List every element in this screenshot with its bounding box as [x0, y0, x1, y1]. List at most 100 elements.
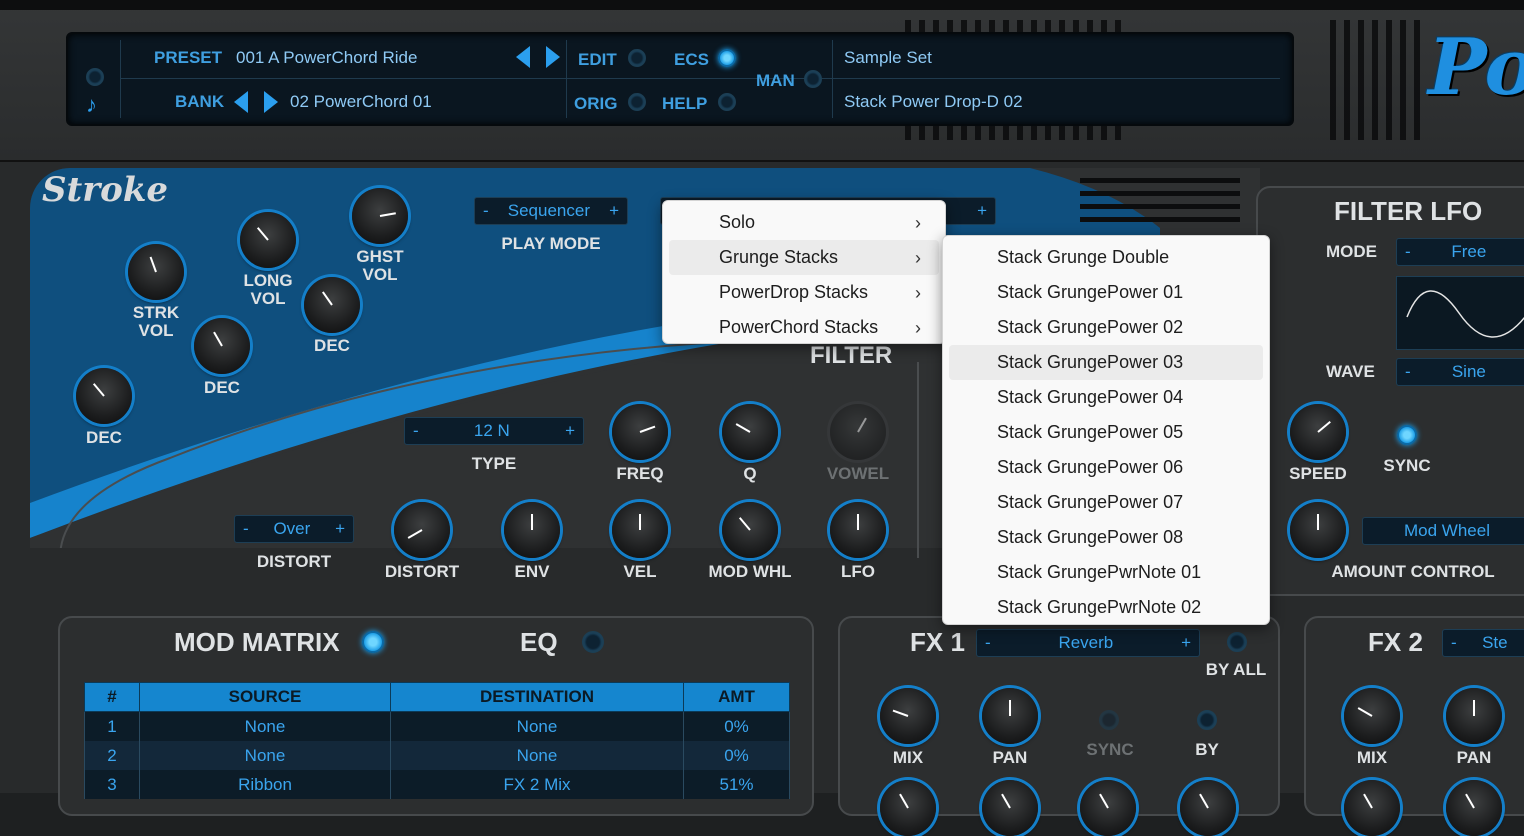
- plus-icon[interactable]: +: [1181, 633, 1191, 653]
- menu-item-label: Stack GrungePwrNote 02: [997, 597, 1202, 617]
- source-cell[interactable]: None: [139, 711, 391, 741]
- fx1-by-led[interactable]: [1197, 710, 1217, 730]
- submenu-item[interactable]: Stack GrungePower 05: [949, 415, 1263, 450]
- plus-icon[interactable]: +: [335, 519, 345, 539]
- bank-prev-icon[interactable]: [234, 91, 248, 113]
- amount-cell[interactable]: 51%: [683, 770, 790, 799]
- q-knob[interactable]: [722, 404, 778, 460]
- eq-led[interactable]: [582, 631, 604, 653]
- menu-item-solo[interactable]: Solo ›: [669, 205, 939, 240]
- preset-display: ♪ PRESET 001 A PowerChord Ride BANK 02 P…: [66, 32, 1294, 126]
- table-row[interactable]: 2 None None 0%: [84, 741, 790, 770]
- freq-knob[interactable]: [612, 404, 668, 460]
- mod-whl-knob[interactable]: [722, 502, 778, 558]
- distort-knob[interactable]: [394, 502, 450, 558]
- strk-vol-knob[interactable]: [128, 244, 184, 300]
- lfo-speed-knob[interactable]: [1290, 404, 1346, 460]
- plus-icon[interactable]: +: [565, 421, 575, 441]
- fx1-knob-row2[interactable]: [982, 780, 1038, 836]
- fx2-knob-row2[interactable]: [1446, 780, 1502, 836]
- submenu-item[interactable]: Stack Grunge Double: [949, 240, 1263, 275]
- plus-icon[interactable]: +: [977, 201, 987, 221]
- filter-lfo-title: FILTER LFO: [1334, 196, 1483, 226]
- submenu-item[interactable]: Stack GrungePwrNote 02: [949, 590, 1263, 625]
- fx2-mix-knob[interactable]: [1344, 688, 1400, 744]
- panel-grille: [1080, 178, 1240, 226]
- table-row[interactable]: 3 Ribbon FX 2 Mix 51%: [84, 770, 790, 799]
- destination-cell[interactable]: None: [390, 741, 684, 770]
- play-mode-select[interactable]: - Sequencer +: [474, 197, 628, 225]
- fx1-mix-knob[interactable]: [880, 688, 936, 744]
- chevron-right-icon: ›: [915, 213, 921, 233]
- submenu-item[interactable]: Stack GrungePower 08: [949, 520, 1263, 555]
- destination-cell[interactable]: FX 2 Mix: [390, 770, 684, 799]
- lfo-mode-select[interactable]: - Free +: [1396, 238, 1524, 266]
- fx1-type-select[interactable]: - Reverb +: [976, 629, 1200, 657]
- fx1-knob-row2[interactable]: [1080, 780, 1136, 836]
- amount-cell[interactable]: 0%: [683, 741, 790, 770]
- fx1-by-label: BY: [1195, 740, 1219, 759]
- filter-type-select[interactable]: - 12 N +: [404, 417, 584, 445]
- source-cell[interactable]: None: [139, 741, 391, 770]
- table-row[interactable]: 1 None None 0%: [84, 711, 790, 741]
- long-vol-label: LONG VOL: [243, 271, 293, 308]
- fx2-knob-row2[interactable]: [1344, 780, 1400, 836]
- lfo-sync-led[interactable]: [1397, 425, 1417, 445]
- fx2-pan-knob[interactable]: [1446, 688, 1502, 744]
- fx1-by-all-led[interactable]: [1227, 632, 1247, 652]
- sample-set-name[interactable]: Stack Power Drop-D 02: [844, 92, 1023, 112]
- edit-led[interactable]: [628, 49, 646, 67]
- preset-prev-icon[interactable]: [516, 46, 530, 68]
- lfo-wave-select[interactable]: - Sine +: [1396, 358, 1524, 386]
- env-knob[interactable]: [504, 502, 560, 558]
- fx2-mix-label: MIX: [1356, 748, 1388, 767]
- mod-matrix-led[interactable]: [362, 631, 384, 653]
- bank-name[interactable]: 02 PowerChord 01: [290, 92, 432, 112]
- amount-control-select[interactable]: Mod Wheel: [1362, 517, 1524, 545]
- power-led[interactable]: [86, 68, 104, 86]
- man-led[interactable]: [804, 70, 822, 88]
- submenu-item[interactable]: Stack GrungePwrNote 01: [949, 555, 1263, 590]
- help-label: HELP: [662, 94, 708, 113]
- destination-cell[interactable]: None: [390, 711, 684, 741]
- vowel-knob[interactable]: [830, 404, 886, 460]
- bank-next-icon[interactable]: [264, 91, 278, 113]
- ecs-led[interactable]: [718, 49, 736, 67]
- ecs-label: ECS: [674, 50, 709, 69]
- menu-item-grunge-stacks[interactable]: Grunge Stacks ›: [669, 240, 939, 275]
- dec-knob-3[interactable]: [304, 277, 360, 333]
- dec-knob-2[interactable]: [194, 318, 250, 374]
- dec-knob-1[interactable]: [76, 368, 132, 424]
- lfo-knob[interactable]: [830, 502, 886, 558]
- submenu-item[interactable]: Stack GrungePower 02: [949, 310, 1263, 345]
- menu-item-label: Grunge Stacks: [719, 247, 839, 267]
- submenu-item[interactable]: Stack GrungePower 03: [949, 345, 1263, 380]
- vel-knob[interactable]: [612, 502, 668, 558]
- menu-item-powerchord-stacks[interactable]: PowerChord Stacks ›: [669, 310, 939, 345]
- orig-led[interactable]: [628, 93, 646, 111]
- env-label: ENV: [514, 562, 550, 581]
- preset-name[interactable]: 001 A PowerChord Ride: [236, 48, 417, 68]
- submenu-item[interactable]: Stack GrungePower 04: [949, 380, 1263, 415]
- long-vol-knob[interactable]: [240, 212, 296, 268]
- menu-item-powerdrop-stacks[interactable]: PowerDrop Stacks ›: [669, 275, 939, 310]
- ghst-vol-knob[interactable]: [352, 188, 408, 244]
- submenu-item[interactable]: Stack GrungePower 06: [949, 450, 1263, 485]
- help-led[interactable]: [718, 93, 736, 111]
- fx2-type-select[interactable]: - Ste: [1442, 629, 1524, 657]
- fx1-sync-led[interactable]: [1099, 710, 1119, 730]
- fx1-pan-knob[interactable]: [982, 688, 1038, 744]
- submenu-item[interactable]: Stack GrungePower 01: [949, 275, 1263, 310]
- fx1-title: FX 1: [910, 627, 965, 657]
- amount-cell[interactable]: 0%: [683, 711, 790, 741]
- amount-knob[interactable]: [1290, 502, 1346, 558]
- preset-next-icon[interactable]: [546, 46, 560, 68]
- amount-control-label: AMOUNT CONTROL: [1331, 562, 1495, 581]
- fx1-knob-row2[interactable]: [880, 780, 936, 836]
- distort-select[interactable]: - Over +: [234, 515, 354, 543]
- submenu-item[interactable]: Stack GrungePower 07: [949, 485, 1263, 520]
- menu-item-label: PowerChord Stacks: [719, 317, 879, 337]
- plus-icon[interactable]: +: [609, 201, 619, 221]
- source-cell[interactable]: Ribbon: [139, 770, 391, 799]
- fx1-knob-row2[interactable]: [1180, 780, 1236, 836]
